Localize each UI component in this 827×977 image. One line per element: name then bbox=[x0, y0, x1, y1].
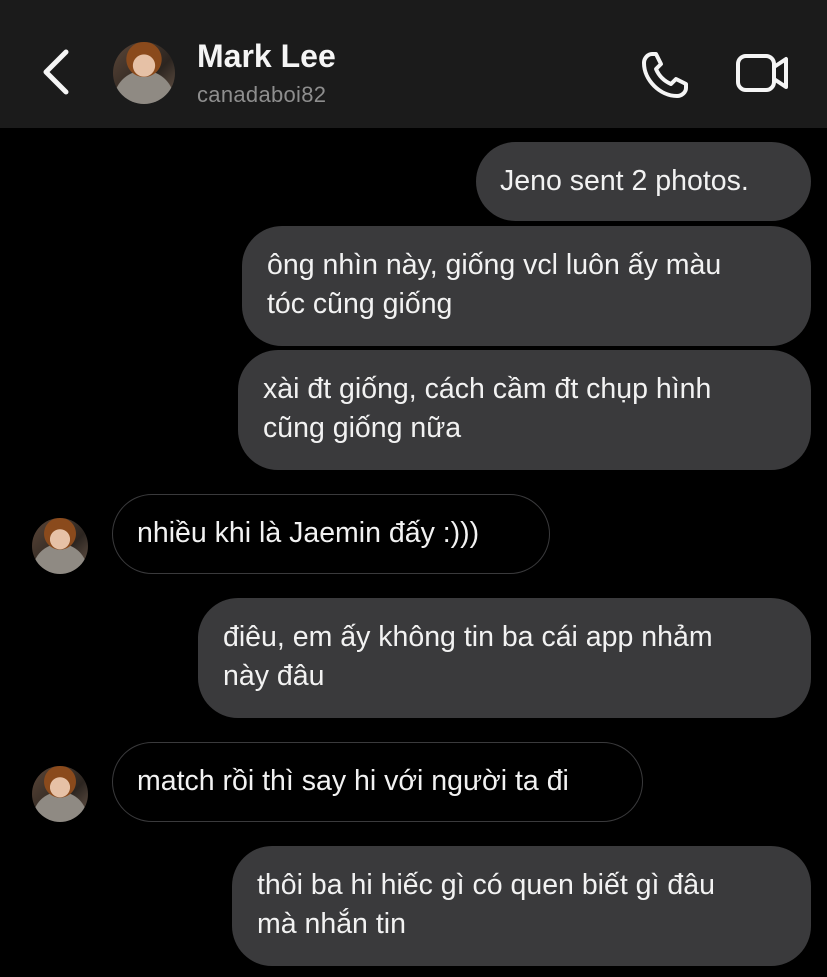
message-text: xài đt giống, cách cầm đt chụp hình bbox=[263, 373, 712, 405]
message-bubble-sent[interactable]: điêu, em ấy không tin ba cái app nhảm nà… bbox=[198, 598, 811, 718]
message-text: cũng giống nữa bbox=[263, 412, 462, 444]
message-bubble-sent[interactable]: ông nhìn này, giống vcl luôn ấy màu tóc … bbox=[242, 226, 811, 346]
video-camera-icon bbox=[736, 54, 788, 92]
chat-header: Mark Lee canadaboi82 bbox=[0, 0, 827, 128]
message-text: ông nhìn này, giống vcl luôn ấy màu bbox=[267, 249, 722, 281]
message-bubble-sent[interactable]: thôi ba hi hiếc gì có quen biết gì đâu m… bbox=[232, 846, 811, 966]
contact-avatar[interactable] bbox=[113, 42, 175, 104]
message-text: tóc cũng giống bbox=[267, 288, 453, 320]
message-bubble-sent[interactable]: Jeno sent 2 photos. bbox=[476, 142, 811, 221]
voice-call-button[interactable] bbox=[638, 48, 692, 102]
message-text: này đâu bbox=[223, 660, 325, 692]
contact-username[interactable]: canadaboi82 bbox=[197, 82, 326, 108]
message-bubble-sent[interactable]: xài đt giống, cách cầm đt chụp hình cũng… bbox=[238, 350, 811, 470]
phone-icon bbox=[642, 52, 688, 98]
video-call-button[interactable] bbox=[734, 50, 792, 96]
message-text: Jeno sent 2 photos. bbox=[500, 165, 749, 197]
contact-avatar-small[interactable] bbox=[32, 766, 88, 822]
message-text: mà nhắn tin bbox=[257, 908, 406, 940]
message-text: nhiều khi là Jaemin đấy :))) bbox=[137, 517, 480, 549]
contact-avatar-small[interactable] bbox=[32, 518, 88, 574]
message-bubble-received[interactable]: match rồi thì say hi với người ta đi bbox=[112, 742, 643, 822]
message-text: thôi ba hi hiếc gì có quen biết gì đâu bbox=[257, 869, 715, 901]
chevron-left-icon bbox=[43, 49, 69, 95]
message-text: điêu, em ấy không tin ba cái app nhảm bbox=[223, 621, 713, 653]
message-text: match rồi thì say hi với người ta đi bbox=[137, 765, 569, 797]
back-button[interactable] bbox=[34, 46, 78, 98]
message-bubble-received[interactable]: nhiều khi là Jaemin đấy :))) bbox=[112, 494, 550, 574]
contact-name[interactable]: Mark Lee bbox=[197, 38, 336, 75]
